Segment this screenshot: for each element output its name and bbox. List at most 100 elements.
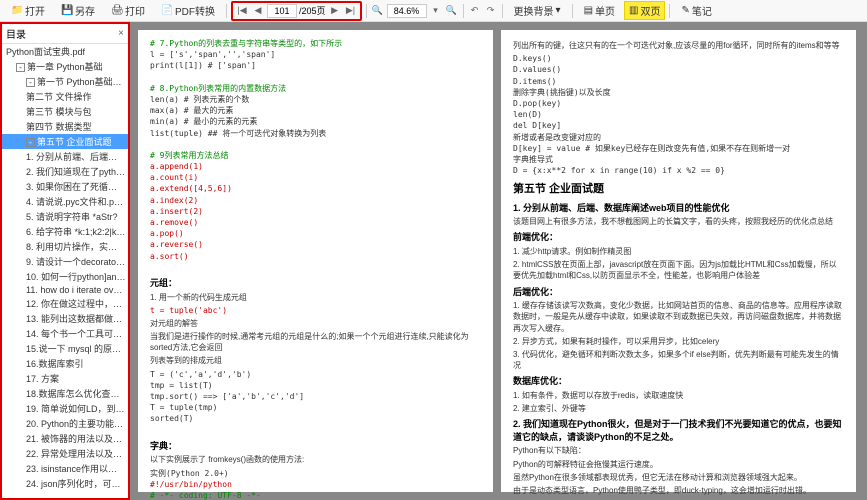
code-line: a.append(1) <box>150 161 481 172</box>
content-area[interactable]: # 7.Python的列表去重与字符串等类型的，如下所示 l = ['s','s… <box>130 22 867 500</box>
outline-item[interactable]: 24. json序列化时，可以处理的 <box>2 476 128 491</box>
paragraph: 2. 建立索引、外键等 <box>513 403 844 414</box>
outline-item[interactable]: 第二节 文件操作 <box>2 89 128 104</box>
code-line: print(l[1]) # ['span'] <box>150 60 481 71</box>
code-comment: # 9列表常用方法总结 <box>150 150 481 161</box>
question-heading: 1. 分别从前端、后端、数据库阐述web项目的性能优化 <box>513 202 844 215</box>
outline-item[interactable]: -第五节 企业面试题 <box>2 134 128 149</box>
outline-item[interactable]: 19. 简单说如何LD，到解释等 <box>2 401 128 416</box>
zoom-dropdown-icon[interactable]: ▾ <box>429 4 443 18</box>
toolbar: 📁打开 💾另存 🖨打印 📄PDF转换 |◀ ◀ /205页 ▶ ▶| 🔍 ▾ 🔍… <box>0 0 867 22</box>
outline-item[interactable]: 13. 能列出这数据都做用哪几个c <box>2 311 128 326</box>
background-button[interactable]: 更换背景 ▾ <box>507 0 568 21</box>
section-heading: 字典： <box>150 440 481 453</box>
tree-toggle-icon[interactable]: - <box>26 138 35 147</box>
first-page-icon[interactable]: |◀ <box>235 4 249 18</box>
outline-item[interactable]: -第一节 Python基础面试 <box>2 74 128 89</box>
code-line: a.reverse() <box>150 239 481 250</box>
paragraph: 2. htmlCSS放在页面上部，javascript放在页面下面。因为js加载… <box>513 259 844 281</box>
outline-item[interactable]: 21. 被饰器的用法以及应用场景 <box>2 431 128 446</box>
chapter-heading: 第五节 企业面试题 <box>513 182 844 197</box>
zoom-input[interactable] <box>387 4 427 18</box>
outline-item[interactable]: 8. 利用切片操作，实现一个tri <box>2 239 128 254</box>
save-button[interactable]: 💾另存 <box>54 0 102 21</box>
outline-item[interactable]: 22. 异常处理用法以及如何使用 <box>2 446 128 461</box>
outline-item[interactable]: 14. 每个书一个工具可以知识数 <box>2 326 128 341</box>
code-line: sorted(T) <box>150 413 481 424</box>
paragraph: 2. 异步方式，如果有耗时操作，可以采用异步，比如celery <box>513 336 844 347</box>
outline-item[interactable]: 18.数据库怎么优化查询效率？ <box>2 386 128 401</box>
separator <box>669 4 670 18</box>
question-heading: 2. 我们知道现在Python很火，但是对于一门技术我们不光要知道它的优点，也要… <box>513 418 844 443</box>
rotate-left-icon[interactable]: ↶ <box>468 4 482 18</box>
sub-heading: 数据库优化： <box>513 375 844 388</box>
outline-item[interactable]: 25. 线上服务可能因为种种原因 <box>2 491 128 494</box>
code-line: D[key] = value # 如果key已经存在则改变先有值,如果不存在则新… <box>513 143 844 154</box>
outline-item[interactable]: -第一章 Python基础 <box>2 59 128 74</box>
code-line: 实例(Python 2.0+) <box>150 468 481 479</box>
outline-item[interactable]: 12. 你在做这过程中，都是怎么 <box>2 296 128 311</box>
code-line: t = tuple('abc') <box>150 305 481 316</box>
paragraph: 该题目网上有很多方法，我不想截图网上的长篇文字，看的头疼，按照我经历的优化点总结 <box>513 216 844 227</box>
outline-item[interactable]: 10. 如何一行python]and-or <box>2 269 128 284</box>
convert-button[interactable]: 📄PDF转换 <box>154 0 222 21</box>
paragraph: 1. 缓存存储该读写次数高，变化少数据，比如网站首页的信息、商品的信息等。应用程… <box>513 300 844 334</box>
close-icon[interactable]: × <box>118 28 124 39</box>
page-input[interactable] <box>267 4 297 18</box>
code-line: a.index(2) <box>150 195 481 206</box>
outline-item[interactable]: 1. 分别从前端、后端、数据库 <box>2 149 128 164</box>
outline-item[interactable]: 2. 我们知道现在了python真是 <box>2 164 128 179</box>
paragraph: Python的可解释特征会拖慢其运行速度。 <box>513 459 844 470</box>
outline-item[interactable]: 6. 给字符串 *k:1;k2:2|k3:3|k <box>2 224 128 239</box>
code-line: len(a) # 列表元素的个数 <box>150 94 481 105</box>
outline-item[interactable]: 3. 如果你困在了死循环里，怎 <box>2 179 128 194</box>
double-page-button[interactable]: ▥ 双页 <box>624 1 665 20</box>
code-line: a.sort() <box>150 251 481 262</box>
outline-item[interactable]: 9. 请设计一个decorator，它可 <box>2 254 128 269</box>
outline-item[interactable]: 15.说一下 mysql 的原理？ <box>2 341 128 356</box>
outline-item[interactable]: 17. 方案 <box>2 371 128 386</box>
separator <box>366 4 367 18</box>
sub-heading: 前端优化： <box>513 231 844 244</box>
outline-item[interactable]: 5. 请说明字符串 *aStr? <box>2 209 128 224</box>
code-line: max(a) # 最大的元素 <box>150 105 481 116</box>
rotate-right-icon[interactable]: ↷ <box>484 4 498 18</box>
paragraph: 1. 用一个新的代码生成元组 <box>150 292 481 303</box>
outline-item[interactable]: 11. how do i iterate over a <box>2 284 128 296</box>
paragraph: Python有以下缺陷： <box>513 445 844 456</box>
prev-page-icon[interactable]: ◀ <box>251 4 265 18</box>
paragraph: 由于是动态类型语言，Python使用鸭子类型，即duck-typing，这会增加… <box>513 485 844 496</box>
paragraph: 当我们是进行操作的时候,通常考元组的元组是什么的;如果一个个元组进行连续,只能读… <box>150 331 481 353</box>
open-button[interactable]: 📁打开 <box>4 0 52 21</box>
zoom-in-icon[interactable]: 🔍 <box>445 4 459 18</box>
note-button[interactable]: ✎ 笔记 <box>674 0 718 21</box>
outline-item[interactable]: 16.数据库索引 <box>2 356 128 371</box>
outline-item[interactable]: 20. Python的主要功能是什么？ <box>2 416 128 431</box>
code-line: len(D) <box>513 109 844 120</box>
paragraph: 1. 如有条件，数据可以存放于redis，读取速度快 <box>513 390 844 401</box>
code-line: # -*- coding: UTF-8 -*- <box>150 490 481 500</box>
tree-toggle-icon[interactable]: - <box>26 78 35 87</box>
code-comment: # 7.Python的列表去重与字符串等类型的，如下所示 <box>150 38 481 49</box>
outline-item[interactable]: 第三节 模块与包 <box>2 104 128 119</box>
section-heading: 元组： <box>150 277 481 290</box>
zoom-out-icon[interactable]: 🔍 <box>371 4 385 18</box>
code-line: a.remove() <box>150 217 481 228</box>
code-line: a.count(i) <box>150 172 481 183</box>
single-page-button[interactable]: ▤ 单页 <box>577 0 622 21</box>
outline-item[interactable]: Python面试宝典.pdf <box>2 44 128 59</box>
outline-item[interactable]: 第四节 数据类型 <box>2 119 128 134</box>
print-button[interactable]: 🖨打印 <box>104 0 152 21</box>
next-page-icon[interactable]: ▶ <box>328 4 342 18</box>
outline-item[interactable]: 4. 请说说.pyc文件和.py文件的 <box>2 194 128 209</box>
separator <box>502 4 503 18</box>
paragraph: 3. 代码优化，避免循环和判断次数太多，如果多个if else判断，优先判断最有… <box>513 349 844 371</box>
outline-tree: Python面试宝典.pdf-第一章 Python基础-第一节 Python基础… <box>2 44 128 494</box>
sidebar: 目录 × Python面试宝典.pdf-第一章 Python基础-第一节 Pyt… <box>0 22 130 500</box>
code-line: T = tuple(tmp) <box>150 402 481 413</box>
last-page-icon[interactable]: ▶| <box>344 4 358 18</box>
code-line: a.extend([4,5,6]) <box>150 183 481 194</box>
code-comment: # 8.Python列表常用的内置数据方法 <box>150 83 481 94</box>
outline-item[interactable]: 23. isinstance作用以及应用场 <box>2 461 128 476</box>
tree-toggle-icon[interactable]: - <box>16 63 25 72</box>
